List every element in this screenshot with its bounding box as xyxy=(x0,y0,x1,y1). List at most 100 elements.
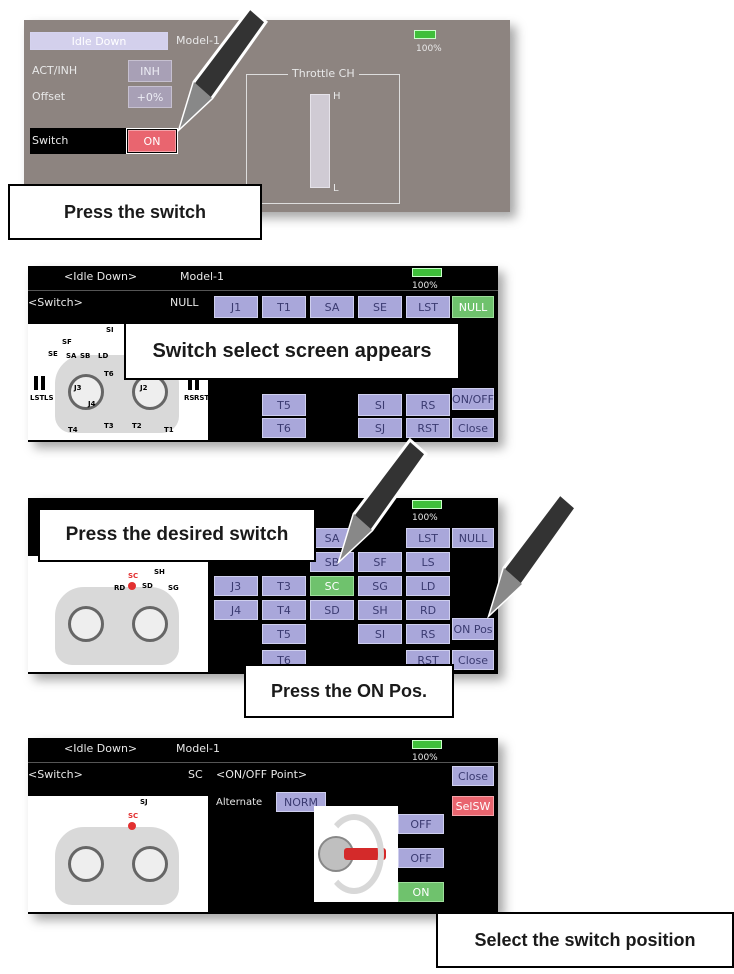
sw-T3[interactable]: T3 xyxy=(262,576,306,596)
selsw-button[interactable]: SelSW xyxy=(452,796,494,816)
battery-icon xyxy=(412,268,442,277)
transmitter-diagram: SC SH SD SG RD xyxy=(28,556,208,672)
tx-label-t1: T1 xyxy=(164,426,174,434)
pen-stylus-icon xyxy=(336,437,429,565)
throttle-high: H xyxy=(333,91,341,102)
tx-label-t3: T3 xyxy=(104,422,114,430)
act-label: ACT/INH xyxy=(32,64,78,77)
tx-label-rst: RST xyxy=(194,394,210,402)
tx-label-se: SE xyxy=(48,350,58,358)
panel3-callout-top: Press the desired switch xyxy=(38,508,316,562)
tx-label-j4: J4 xyxy=(88,400,96,408)
tx-label-sg: SG xyxy=(168,584,179,592)
tx-stick-left xyxy=(68,606,104,642)
sw-RS[interactable]: RS xyxy=(406,624,450,644)
onoff-point-title: <ON/OFF Point> xyxy=(216,768,308,781)
sw-LST[interactable]: LST xyxy=(406,296,450,318)
close-button[interactable]: Close xyxy=(452,418,494,438)
panel2-callout: Switch select screen appears xyxy=(124,322,460,380)
sw-RS[interactable]: RS xyxy=(406,394,450,416)
sw-NULL[interactable]: NULL xyxy=(452,296,494,318)
panel4-switch-label: <Switch> xyxy=(28,768,83,781)
tx-label-sh: SH xyxy=(154,568,165,576)
panel2-switch-label: <Switch> xyxy=(28,296,83,309)
tx-label-si: SI xyxy=(106,326,114,334)
tx-label-sc: SC xyxy=(128,572,139,580)
panel4-callout: Select the switch position xyxy=(436,912,734,968)
sw-SD[interactable]: SD xyxy=(310,600,354,620)
panel3-callout-bottom: Press the ON Pos. xyxy=(244,664,454,718)
panel2-switch-value: NULL xyxy=(170,296,199,309)
sw-SG[interactable]: SG xyxy=(358,576,402,596)
panel4-model: Model-1 xyxy=(176,742,220,755)
pos-off-1[interactable]: OFF xyxy=(398,814,444,834)
close-button[interactable]: Close xyxy=(452,650,494,670)
alternate-label: Alternate xyxy=(216,797,263,808)
tx-label-rs: RS xyxy=(184,394,195,402)
tx-switch-lst xyxy=(34,376,38,390)
tx-label-sa: SA xyxy=(66,352,77,360)
pen-stylus-icon xyxy=(176,5,269,133)
tx-label-ls: LS xyxy=(44,394,54,402)
sw-SC[interactable]: SC xyxy=(310,576,354,596)
tx-label-sc: SC xyxy=(128,812,139,820)
sw-SE[interactable]: SE xyxy=(358,296,402,318)
sw-J1[interactable]: J1 xyxy=(214,296,258,318)
tx-stick-left xyxy=(68,374,104,410)
pos-off-2[interactable]: OFF xyxy=(398,848,444,868)
panel4-screen: <Idle Down> Model-1 100% <Switch> SC <ON… xyxy=(28,738,498,914)
tx-stick-right xyxy=(132,846,168,882)
tx-label-t2: T2 xyxy=(132,422,142,430)
throttle-bar xyxy=(310,94,330,188)
sw-SA[interactable]: SA xyxy=(310,296,354,318)
onoff-button[interactable]: ON/OFF xyxy=(452,388,494,410)
tx-stick-left xyxy=(68,846,104,882)
panel1-tab[interactable]: Idle Down xyxy=(30,32,168,50)
panel4-tab: <Idle Down> xyxy=(64,742,138,755)
close-button[interactable]: Close xyxy=(452,766,494,786)
panel4-switch-value: SC xyxy=(188,768,203,781)
tx-label-t6: T6 xyxy=(104,370,114,378)
sw-SI[interactable]: SI xyxy=(358,624,402,644)
tx-label-j3: J3 xyxy=(74,384,82,392)
battery-icon xyxy=(414,30,436,39)
sw-RD[interactable]: RD xyxy=(406,600,450,620)
tx-sc-highlight xyxy=(128,822,136,830)
throttle-low: L xyxy=(333,183,339,194)
transmitter-diagram: SC SJ xyxy=(28,796,208,912)
throttle-title: Throttle CH xyxy=(288,67,359,81)
sw-LD[interactable]: LD xyxy=(406,576,450,596)
switch-lever-picture xyxy=(314,806,398,902)
pos-on[interactable]: ON xyxy=(398,882,444,902)
panel2-divider xyxy=(28,290,498,291)
lever-arc xyxy=(324,814,384,894)
tx-switch-ls xyxy=(41,376,45,390)
tx-label-ld: LD xyxy=(98,352,109,360)
tx-label-sd: SD xyxy=(142,582,153,590)
switch-label: Switch xyxy=(32,134,69,147)
panel1-callout: Press the switch xyxy=(8,184,262,240)
pen-stylus-icon xyxy=(486,491,579,619)
panel2-model: Model-1 xyxy=(180,270,224,283)
battery-icon xyxy=(412,740,442,749)
tx-sc-highlight xyxy=(128,582,136,590)
panel2-tab: <Idle Down> xyxy=(64,270,138,283)
tx-stick-right xyxy=(132,606,168,642)
tx-label-t4: T4 xyxy=(68,426,78,434)
panel1-battery-pct: 100% xyxy=(416,44,442,54)
sw-SH[interactable]: SH xyxy=(358,600,402,620)
tx-label-sf: SF xyxy=(62,338,72,346)
sw-T5[interactable]: T5 xyxy=(262,624,306,644)
sw-T5[interactable]: T5 xyxy=(262,394,306,416)
sw-T6[interactable]: T6 xyxy=(262,418,306,438)
tx-label-sb: SB xyxy=(80,352,91,360)
tx-label-lst: LST xyxy=(30,394,45,402)
sw-T1[interactable]: T1 xyxy=(262,296,306,318)
tx-label-j2: J2 xyxy=(140,384,148,392)
panel4-divider xyxy=(28,762,498,763)
offset-label: Offset xyxy=(32,90,66,103)
sw-J3[interactable]: J3 xyxy=(214,576,258,596)
sw-T4[interactable]: T4 xyxy=(262,600,306,620)
sw-SI[interactable]: SI xyxy=(358,394,402,416)
sw-J4[interactable]: J4 xyxy=(214,600,258,620)
